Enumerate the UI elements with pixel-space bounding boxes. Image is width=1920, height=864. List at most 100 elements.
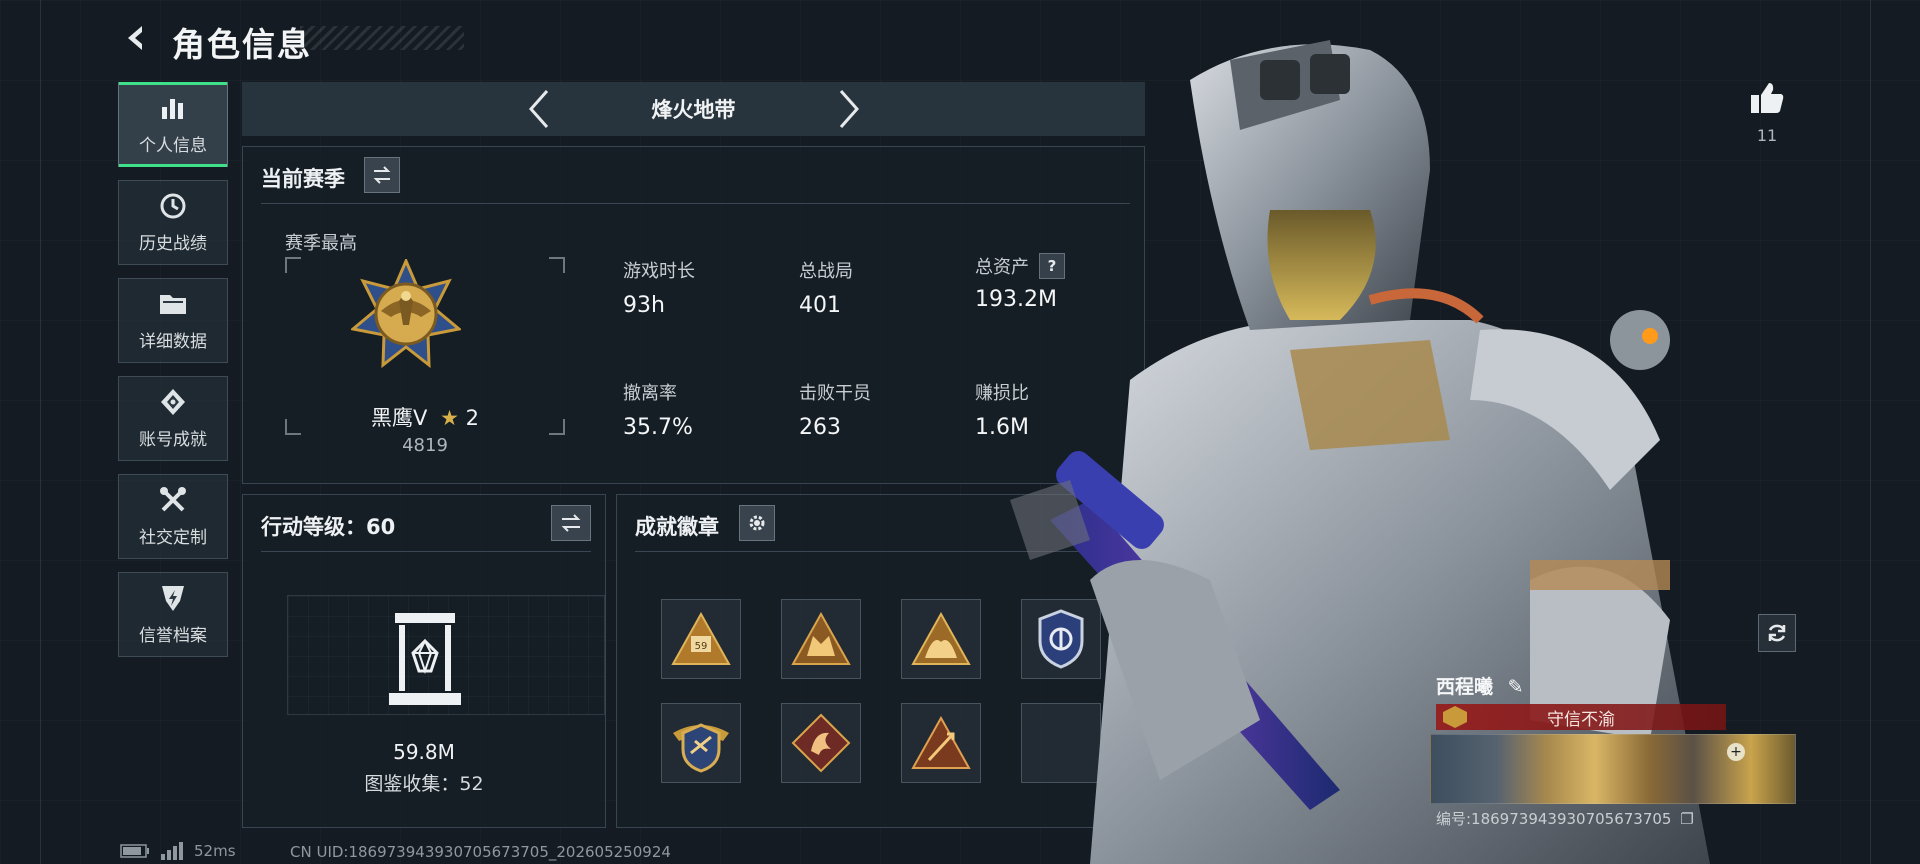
stat-play-time: 游戏时长 93h [623,257,695,318]
ping-value: 52ms [194,842,236,860]
frame-corner [285,257,301,273]
chevron-right-icon [839,90,859,128]
frame-corner [549,257,565,273]
badges-settings-button[interactable] [739,505,775,541]
badge-slot[interactable] [661,703,741,783]
player-name-row: 西程曦 ✎ [1436,672,1524,699]
action-level-title: 行动等级：60 [261,515,396,539]
title-decoration [300,26,464,50]
stat-total-matches: 总战局 401 [799,257,853,318]
uid-text: CN UID:186973943930705673705_20260525092… [290,843,671,861]
sidebar-item-label: 信誉档案 [139,626,207,646]
action-level-switch-button[interactable] [551,505,591,541]
collection-case-icon [387,611,463,709]
svg-text:59: 59 [695,641,708,652]
rank-emblem-icon [349,257,463,369]
diamond-dragon-badge-icon [791,713,851,773]
copy-icon[interactable]: ❐ [1680,810,1693,828]
rank-score: 4819 [402,435,448,456]
badge-slot[interactable] [901,599,981,679]
panel-divider [261,551,591,552]
thumbs-up-icon [1751,83,1784,113]
stat-label: 游戏时长 [623,261,695,282]
triangle-wolf-badge-icon [791,612,851,665]
refresh-button[interactable] [1758,614,1796,652]
season-switch-button[interactable] [364,157,400,193]
frame-line-left [40,0,41,864]
sidebar-item-detailed-data[interactable]: 详细数据 [118,278,228,363]
bar-chart-icon [157,93,189,123]
sidebar-item-label: 历史战绩 [139,234,207,254]
sidebar: 个人信息 历史战绩 详细数据 账号成就 社交定制 信誉档案 [118,82,228,670]
sidebar-item-personal-info[interactable]: 个人信息 [118,82,228,167]
wrench-screwdriver-icon [157,485,189,515]
triangle-sword-badge-icon [911,716,971,769]
frame-line-right [1870,0,1871,864]
refresh-icon [1768,624,1786,642]
player-id: 编号:186973943930705673705 [1436,810,1672,828]
badge-slot[interactable] [781,703,861,783]
collection-count: 图鉴收集：52 [364,773,484,795]
player-title-badge[interactable]: 守信不渝 [1436,704,1726,730]
sidebar-item-label: 个人信息 [139,136,207,156]
history-clock-icon [157,191,189,221]
stat-label: 总战局 [799,261,853,282]
panel-divider [261,203,1130,204]
swap-arrows-icon [373,166,391,184]
player-name: 西程曦 [1436,676,1494,698]
stat-operators-defeated: 击败干员 263 [799,379,871,440]
swap-arrows-icon [561,514,581,532]
chevron-left-icon [528,90,548,128]
folder-icon [157,289,189,319]
rank-stars: 2 [465,406,479,430]
collection-value: 59.8M [393,740,455,764]
season-title: 当前赛季 [261,167,345,191]
stat-label: 击败干员 [799,383,871,404]
badge-slot[interactable]: 59 [661,599,741,679]
next-mode-button[interactable] [824,84,874,134]
stat-value: 401 [799,293,841,318]
triangle-59-badge-icon: 59 [671,612,731,665]
credit-shield-icon [157,583,189,613]
sidebar-item-label: 社交定制 [139,528,207,548]
sidebar-item-label: 详细数据 [139,332,207,352]
like-button[interactable] [1745,76,1789,120]
banner-add-icon[interactable]: + [1727,743,1745,761]
status-bar: 52ms [120,842,236,860]
title-emblem-icon [1440,704,1470,730]
sidebar-item-credit-profile[interactable]: 信誉档案 [118,572,228,657]
stat-value: 263 [799,415,841,440]
badge-slot[interactable] [901,703,981,783]
sidebar-item-achievements[interactable]: 账号成就 [118,376,228,461]
sidebar-item-history[interactable]: 历史战绩 [118,180,228,265]
season-best-label: 赛季最高 [285,233,357,254]
action-level-panel: 行动等级：60 59.8M 图鉴收集：52 [242,494,606,828]
battery-icon [120,844,149,858]
badge-slot[interactable] [781,599,861,679]
stat-extraction-rate: 撤离率 35.7% [623,379,693,440]
triangle-beast-badge-icon [911,612,971,665]
star-icon: ★ [440,406,459,430]
player-banner-image[interactable]: + [1430,734,1796,804]
sidebar-item-social-custom[interactable]: 社交定制 [118,474,228,559]
mode-title: 烽火地带 [651,98,736,122]
page-title: 角色信息 [172,25,312,64]
winged-shield-badge-icon [673,723,729,773]
player-id-row: 编号:186973943930705673705 ❐ [1436,808,1694,829]
prev-mode-button[interactable] [514,84,564,134]
back-arrow-icon [128,26,142,50]
signal-icon [161,842,183,860]
edit-pencil-icon[interactable]: ✎ [1508,676,1524,698]
sidebar-item-label: 账号成就 [139,430,207,450]
stat-label: 撤离率 [623,383,677,404]
stat-value: 93h [623,293,665,318]
back-button[interactable] [116,18,156,58]
rank-name: 黑鹰V [371,406,428,430]
badges-title: 成就徽章 [635,515,719,539]
stat-value: 35.7% [623,415,693,440]
player-card: 西程曦 ✎ 守信不渝 + 编号:186973943930705673705 ❐ [1430,670,1800,830]
rank-name-row: 黑鹰V ★ 2 [285,402,565,432]
achievement-icon [157,387,189,417]
like-count: 11 [1756,126,1778,145]
gear-icon [749,515,765,531]
